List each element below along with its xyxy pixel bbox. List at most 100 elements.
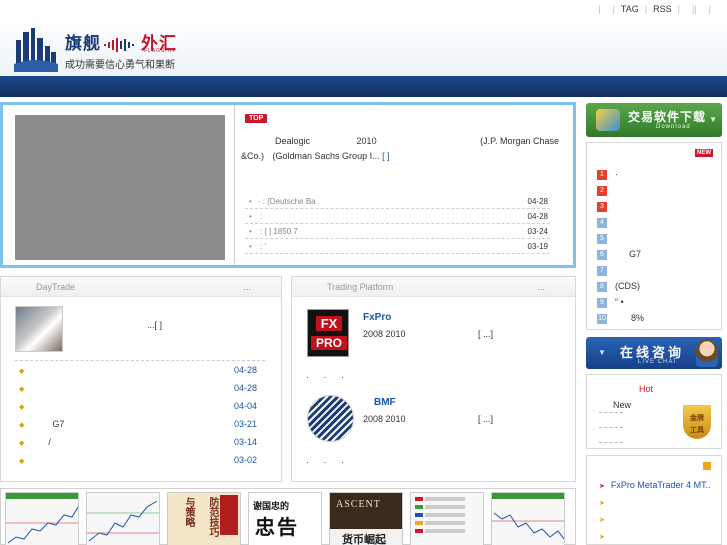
- list-item[interactable]: ➤: [599, 512, 611, 526]
- read-more-link[interactable]: [ ]: [382, 151, 390, 161]
- rank-number: 7: [597, 265, 607, 276]
- separator: |: [708, 4, 711, 14]
- badge-text: 工具: [690, 427, 704, 434]
- platform-dots: · · ·: [306, 372, 350, 382]
- book-cover[interactable]: 谢国忠的 忠告: [248, 492, 322, 545]
- divider: [599, 427, 623, 428]
- list-item-date: 04-04: [233, 401, 257, 411]
- book-title: 与策略: [183, 497, 194, 527]
- city-skyline-logo-icon[interactable]: [14, 26, 58, 72]
- read-more-link[interactable]: [ ...]: [478, 329, 493, 339]
- list-item[interactable]: ➤ FxPro MetaTrader 4 MT..: [599, 478, 711, 492]
- fxpro-logo[interactable]: FX PRO: [307, 309, 349, 357]
- list-item[interactable]: • : ' 03-19: [245, 239, 550, 254]
- bullet-icon: •: [249, 227, 252, 236]
- read-more-link[interactable]: [ ...]: [478, 414, 493, 424]
- gold-medal-tools-icon[interactable]: 金牌 工具: [683, 405, 711, 439]
- ranking-item[interactable]: 9 “ •: [597, 296, 624, 308]
- slogan: 成功需要信心勇气和果断: [65, 60, 175, 71]
- ranking-item[interactable]: 2: [597, 184, 615, 196]
- list-item[interactable]: ➤: [599, 495, 611, 509]
- more-link[interactable]: ...: [537, 277, 545, 297]
- rank-number: 4: [597, 217, 607, 228]
- daytrade-list: ◆ 04-28 ◆ 04-28 ◆ 04-04 ◆ G7 03-21 ◆ / 03-14 ◆ 0…: [15, 360, 265, 469]
- list-item[interactable]: • · : (Deutsche Ba 04-28: [245, 194, 550, 209]
- list-item[interactable]: • : [ ] 1850 7 03-24: [245, 224, 550, 239]
- new-tools-link[interactable]: New: [613, 400, 631, 410]
- rank-number: 10: [597, 313, 607, 324]
- platform-name-link[interactable]: FxPro: [363, 312, 391, 323]
- bmf-logo-icon[interactable]: [307, 395, 354, 442]
- list-item[interactable]: ◆ / 03-14: [15, 433, 265, 451]
- table-thumbnail-icon: [415, 497, 465, 533]
- list-item[interactable]: ◆ 03-02: [15, 451, 265, 469]
- chart-thumbnail[interactable]: [86, 492, 160, 545]
- tag-link[interactable]: TAG: [621, 4, 639, 14]
- list-item[interactable]: ◆ 04-28: [15, 361, 265, 379]
- arrow-bullet-icon: ➤: [599, 517, 605, 524]
- live-chat-banner[interactable]: ▼ 在线咨询 LIVE CHAT: [586, 337, 722, 369]
- list-item-title: : [ ] 1850 7: [257, 227, 298, 236]
- book-title: ASCENT: [336, 499, 381, 510]
- book-cover-accent: [220, 495, 238, 535]
- author-photo[interactable]: [15, 306, 63, 352]
- list-item[interactable]: ◆ 04-04: [15, 397, 265, 415]
- list-item[interactable]: ◆ G7 03-21: [15, 415, 265, 433]
- ranking-item[interactable]: 10 8%: [597, 312, 644, 324]
- badge-text: 金牌: [690, 415, 704, 422]
- list-item-title: /: [48, 437, 51, 447]
- featured-news-list: • · : (Deutsche Ba 04-28 • : 04-28 • : [ ] …: [245, 194, 550, 254]
- rank-number: 9: [597, 297, 607, 308]
- download-subtitle: Download: [656, 124, 691, 130]
- thumbnail-strip: 与策略 防范技巧 谢国忠的 忠告 ASCENT 货币崛起: [0, 488, 576, 545]
- ranking-item[interactable]: 1 ·: [597, 168, 618, 180]
- ranking-item[interactable]: 8 (CDS): [597, 280, 640, 292]
- chart-thumbnail[interactable]: [410, 492, 484, 545]
- separator: ||: [691, 4, 697, 14]
- featured-summary: Dealogic 2010 (J.P. Morgan Chase &Co.) (…: [241, 134, 559, 164]
- download-title: 交易软件下载: [628, 110, 707, 124]
- corner-icon: [703, 462, 711, 470]
- panel-title[interactable]: Trading Platform: [327, 277, 393, 297]
- list-item[interactable]: ◆ 04-28: [15, 379, 265, 397]
- platform-desc: 2008 2010: [363, 414, 406, 424]
- read-more-link[interactable]: ...[ ]: [147, 320, 162, 330]
- summary-part: 2010: [356, 136, 377, 146]
- list-item-title: · : (Deutsche Ba: [257, 197, 316, 206]
- list-item[interactable]: • : 04-28: [245, 209, 550, 224]
- chart-thumbnail[interactable]: [5, 492, 79, 545]
- book-title: 忠告: [255, 517, 299, 539]
- list-item[interactable]: ➤: [599, 529, 611, 543]
- book-cover[interactable]: 与策略 防范技巧: [167, 492, 241, 545]
- panel-title[interactable]: DayTrade: [36, 277, 75, 297]
- ranking-item[interactable]: 7: [597, 264, 615, 276]
- book-cover[interactable]: ASCENT 货币崛起: [329, 492, 403, 545]
- rss-link[interactable]: RSS: [653, 4, 672, 14]
- summary-part: &Co.): [241, 151, 265, 161]
- platform-desc: 2008 2010: [363, 329, 406, 339]
- chart-thumbnail-icon: [492, 493, 564, 540]
- separator: |: [644, 4, 648, 14]
- book-title: 货币崛起: [342, 534, 386, 545]
- soundwave-icon: [104, 37, 134, 52]
- download-software-banner[interactable]: 交易软件下载 Download ▼: [586, 103, 722, 137]
- list-item-title: :: [257, 212, 263, 221]
- list-item-date: 04-28: [527, 197, 548, 206]
- arrow-bullet-icon: ➤: [599, 500, 605, 507]
- ranking-item[interactable]: 5: [597, 232, 615, 244]
- platform-name-link[interactable]: BMF: [374, 397, 396, 408]
- ranking-item-title: “ •: [615, 297, 624, 307]
- separator: |: [612, 4, 615, 14]
- hot-tools-link[interactable]: Hot: [639, 384, 653, 394]
- rank-number: 2: [597, 185, 607, 196]
- ranking-item[interactable]: 4: [597, 216, 615, 228]
- bullet-icon: •: [249, 197, 252, 206]
- chart-thumbnail[interactable]: [491, 492, 565, 545]
- mt4-panel: ➤ FxPro MetaTrader 4 MT.. ➤ ➤ ➤: [586, 455, 722, 545]
- more-link[interactable]: ...: [243, 277, 251, 297]
- arrow-bullet-icon: ◆: [19, 386, 25, 393]
- site-header: 旗舰 外汇 FLAGSHIP 成功需要信心勇气和果断: [0, 18, 727, 76]
- ranking-item[interactable]: 3: [597, 200, 615, 212]
- featured-image[interactable]: [15, 115, 225, 260]
- ranking-item[interactable]: 6 G7: [597, 248, 641, 260]
